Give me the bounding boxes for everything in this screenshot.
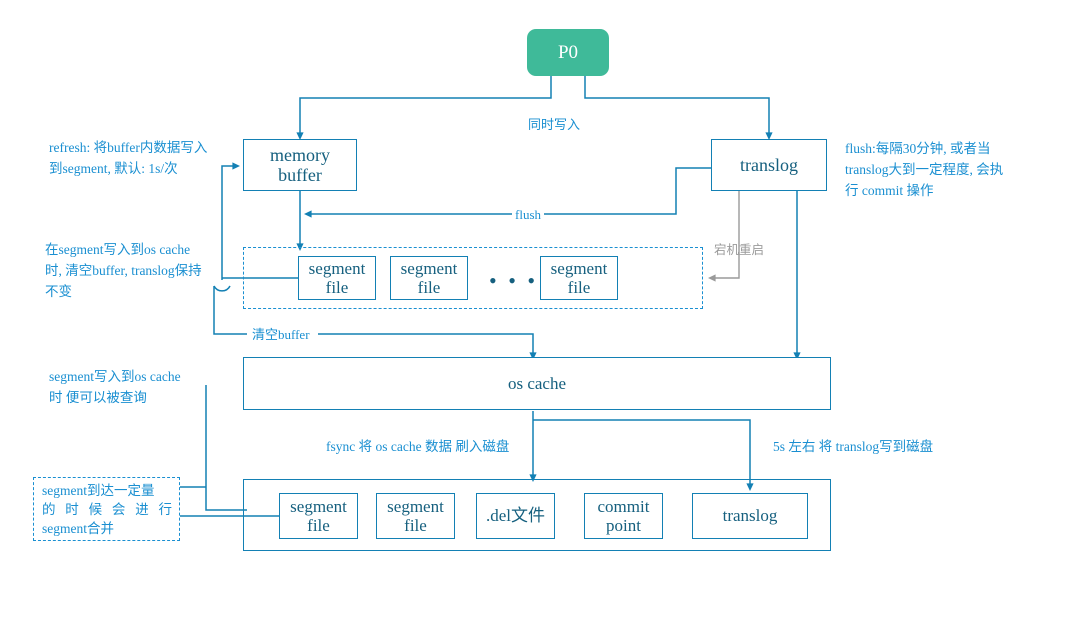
node-disk-translog[interactable]: translog (692, 493, 808, 539)
edge-label-write-both: 同时写入 (525, 115, 584, 135)
edge-label-flush: flush (512, 205, 544, 225)
node-memory-buffer[interactable]: memory buffer (243, 139, 357, 191)
annotation-merge-line1: segment到达一定量 (42, 483, 155, 498)
annotation-refresh: refresh: 将buffer内数据写入 到segment, 默认: 1s/次 (49, 140, 208, 176)
node-disk-segment-file-2[interactable]: segment file (376, 493, 455, 539)
edge-label-fsync-to-disk: fsync 将 os cache 数据 刷入磁盘 (326, 439, 510, 454)
edge-label-translog-to-disk: 5s 左右 将 translog写到磁盘 (773, 439, 934, 454)
diagram-canvas: P0 memory buffer translog segment file s… (0, 0, 1067, 630)
node-p0[interactable]: P0 (527, 29, 609, 76)
edge-label-crash-restart: 宕机重启 (714, 243, 765, 257)
node-os-cache[interactable]: os cache (243, 357, 831, 410)
node-disk-segment-file-1[interactable]: segment file (279, 493, 358, 539)
annotation-merge-line2: 的 时 候 会 进 行 (42, 502, 172, 517)
node-disk-del-file[interactable]: .del文件 (476, 493, 555, 539)
segment-ellipsis: • • • (489, 268, 539, 293)
annotation-searchable: segment写入到os cache 时 便可以被查询 (49, 369, 181, 405)
annotation-flush-detail: flush:每隔30分钟, 或者当 translog大到一定程度, 会执 行 c… (845, 141, 1004, 198)
annotation-clear-buffer: 在segment写入到os cache 时, 清空buffer, translo… (45, 242, 202, 299)
node-disk-commit-point[interactable]: commit point (584, 493, 663, 539)
node-translog-memory[interactable]: translog (711, 139, 827, 191)
annotation-merge-line3: segment合并 (42, 521, 114, 536)
node-segment-file-1[interactable]: segment file (298, 256, 376, 300)
edge-label-clear-buffer: 清空buffer (249, 325, 313, 345)
node-segment-file-2[interactable]: segment file (390, 256, 468, 300)
node-segment-file-3[interactable]: segment file (540, 256, 618, 300)
